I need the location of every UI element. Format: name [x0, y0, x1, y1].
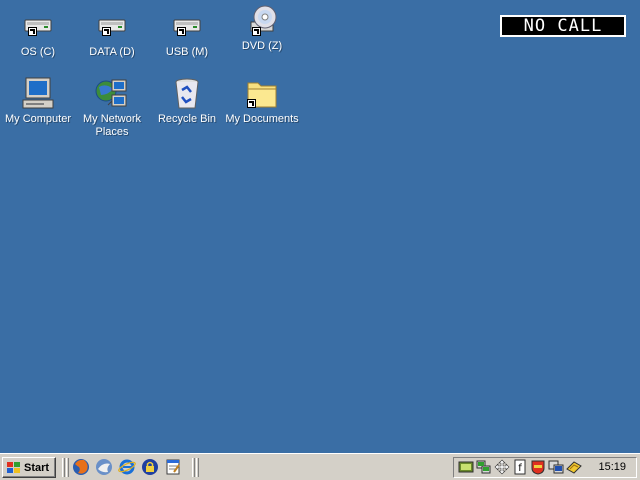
- recycle-bin-icon: [169, 77, 205, 111]
- tool-icon[interactable]: [566, 459, 582, 475]
- folder-icon: [244, 77, 280, 111]
- desktop-icon-label: USB (M): [165, 46, 209, 58]
- desktop-icon-label: OS (C): [20, 46, 56, 58]
- desktop-icon-my-network-places[interactable]: My Network Places: [74, 77, 150, 139]
- desktop[interactable]: OS (C) DATA (D) USB (M) DVD (Z) My Compu…: [0, 0, 640, 453]
- desktop-icon-data-d[interactable]: DATA (D): [74, 10, 150, 59]
- thunderbird-icon[interactable]: [95, 458, 113, 476]
- desktop-icon-usb-m[interactable]: USB (M): [149, 10, 225, 59]
- drive-icon: [20, 10, 56, 44]
- desktop-icon-label: DATA (D): [89, 46, 135, 58]
- windows-logo-icon: [7, 461, 20, 473]
- desktop-icon-label: DVD (Z): [241, 40, 283, 52]
- internet-explorer-icon[interactable]: [118, 458, 136, 476]
- toolbar-grip[interactable]: [192, 458, 195, 477]
- toolbar-grip[interactable]: [66, 458, 69, 477]
- desktop-icon-label: My Computer: [4, 113, 72, 125]
- call-status-display: NO CALL: [500, 15, 626, 37]
- desktop-icon-recycle-bin[interactable]: Recycle Bin: [149, 77, 225, 126]
- desktop-icon-os-c[interactable]: OS (C): [0, 10, 76, 59]
- notepad-icon[interactable]: [164, 458, 182, 476]
- drive-icon: [169, 10, 205, 44]
- firefox-icon[interactable]: [72, 458, 90, 476]
- drive-icon: [94, 10, 130, 44]
- system-tray: f 15:19: [453, 457, 637, 478]
- start-button[interactable]: Start: [2, 457, 56, 478]
- desktop-icon-my-computer[interactable]: My Computer: [0, 77, 76, 126]
- desktop-icon-label: Recycle Bin: [157, 113, 217, 125]
- lock-icon[interactable]: [141, 458, 159, 476]
- taskbar: Start f 15:19: [0, 453, 640, 480]
- monitor-icon[interactable]: [548, 459, 564, 475]
- network-icon: [94, 77, 130, 111]
- desktop-icon-label: My Network Places: [82, 113, 142, 138]
- network-tray-icon[interactable]: [476, 459, 492, 475]
- desktop-icon-label: My Documents: [225, 113, 299, 125]
- display-icon[interactable]: [458, 459, 474, 475]
- start-label: Start: [24, 461, 50, 474]
- svg-text:f: f: [518, 463, 522, 474]
- desktop-icon-my-documents[interactable]: My Documents: [224, 77, 300, 126]
- toolbar-grip[interactable]: [196, 458, 199, 477]
- desktop-icon-dvd-z[interactable]: DVD (Z): [224, 4, 300, 53]
- dvd-icon: [244, 4, 280, 38]
- move-icon[interactable]: [494, 459, 510, 475]
- shield-icon[interactable]: [530, 459, 546, 475]
- computer-icon: [20, 77, 56, 111]
- clock[interactable]: 15:19: [598, 461, 626, 473]
- toolbar-grip[interactable]: [62, 458, 65, 477]
- quick-launch: [72, 458, 187, 478]
- keyboard-icon[interactable]: f: [512, 459, 528, 475]
